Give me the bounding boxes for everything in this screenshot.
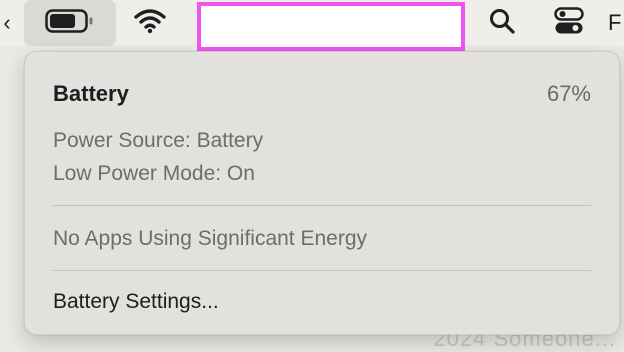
energy-usage-status: No Apps Using Significant Energy bbox=[53, 227, 368, 250]
low-power-mode-label: Low Power Mode: On bbox=[53, 162, 255, 185]
search-icon bbox=[488, 7, 516, 40]
wifi-menu[interactable] bbox=[130, 0, 170, 46]
spotlight-search-button[interactable] bbox=[484, 0, 520, 46]
redacted-menu-region bbox=[197, 2, 465, 51]
battery-settings-menu-item[interactable]: Battery Settings... bbox=[53, 290, 219, 314]
menubar-edge-glyph: F bbox=[608, 10, 622, 35]
menu-divider bbox=[53, 270, 591, 271]
menu-divider bbox=[53, 205, 591, 206]
overflow-chevron-icon[interactable]: ‹ bbox=[0, 0, 14, 46]
battery-menu-title: Battery bbox=[53, 81, 129, 106]
control-center-button[interactable] bbox=[547, 0, 591, 46]
battery-status-menu[interactable] bbox=[24, 0, 116, 46]
menu-bar: ‹ F bbox=[0, 0, 624, 51]
power-source-label: Power Source: Battery bbox=[53, 129, 264, 152]
overflow-chevron-glyph: ‹ bbox=[3, 10, 11, 35]
wifi-icon bbox=[134, 8, 166, 39]
menubar-edge-item[interactable]: F bbox=[608, 0, 624, 46]
control-center-icon bbox=[554, 6, 584, 40]
battery-percentage: 67% bbox=[546, 81, 591, 106]
battery-icon bbox=[45, 8, 95, 38]
battery-dropdown-menu: Battery 67% Power Source: Battery Low Po… bbox=[24, 51, 620, 335]
